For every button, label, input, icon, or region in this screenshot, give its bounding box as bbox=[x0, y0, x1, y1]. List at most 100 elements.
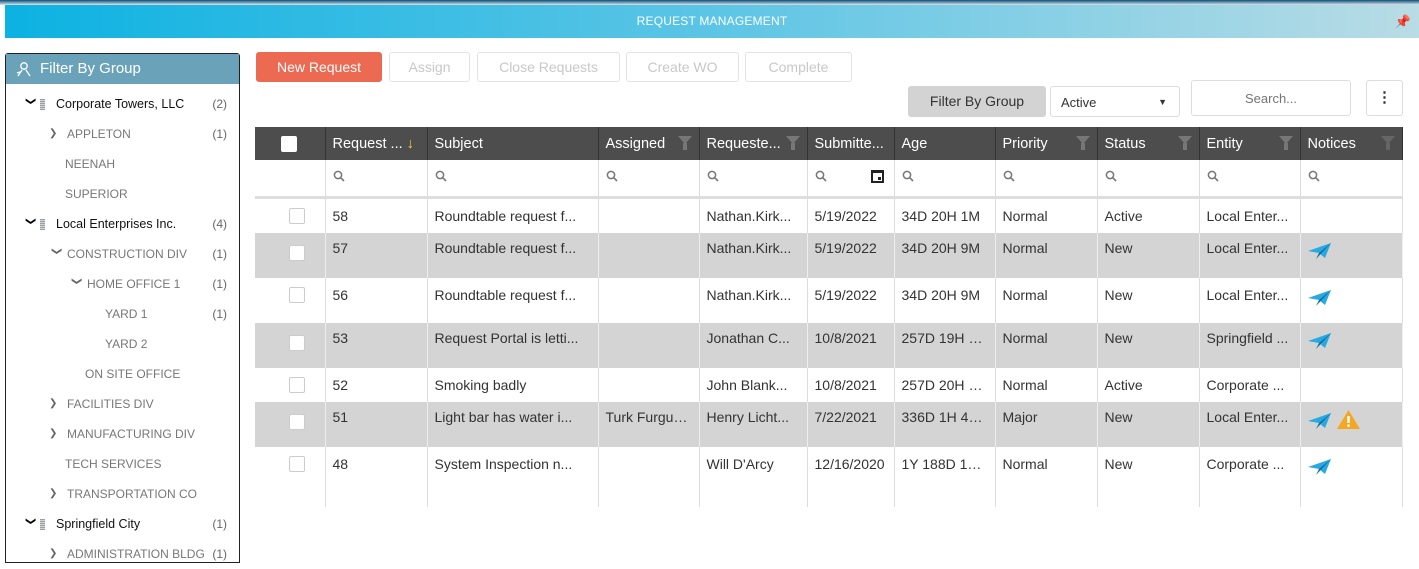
column-header-requester[interactable]: Requeste... bbox=[699, 127, 808, 160]
sidebar-title: Filter By Group bbox=[40, 60, 141, 77]
column-filter-input[interactable] bbox=[427, 160, 599, 199]
column-header-age[interactable]: Age bbox=[894, 127, 996, 160]
sent-notice-icon bbox=[1307, 412, 1331, 429]
more-options-button[interactable]: ⋮ bbox=[1366, 80, 1403, 116]
pin-icon[interactable]: 📌 bbox=[1395, 5, 1411, 38]
cell-notices bbox=[1300, 278, 1403, 323]
column-header-priority[interactable]: Priority bbox=[995, 127, 1098, 160]
sidebar-item[interactable]: ❯ TRANSPORTATION CO bbox=[49, 479, 239, 509]
column-filter-input[interactable] bbox=[807, 160, 895, 199]
column-header-request[interactable]: Request ... ↓ bbox=[325, 127, 428, 160]
chevron-right-icon[interactable]: ❯ bbox=[49, 389, 63, 419]
column-header-status[interactable]: Status bbox=[1097, 127, 1200, 160]
sidebar-item[interactable]: ❯ CONSTRUCTION DIV (1) bbox=[49, 239, 239, 269]
sidebar-item[interactable]: ❯ Springfield City (1) bbox=[23, 509, 239, 539]
row-checkbox[interactable] bbox=[289, 287, 305, 303]
sidebar-item[interactable]: YARD 1 (1) bbox=[105, 299, 239, 329]
sidebar-item[interactable]: ❯ MANUFACTURING DIV bbox=[49, 419, 239, 449]
sidebar-header: Filter By Group bbox=[6, 54, 239, 84]
cell-age: 257D 19H 5... bbox=[894, 323, 996, 368]
complete-button[interactable]: Complete bbox=[745, 52, 852, 82]
chevron-right-icon[interactable]: ❯ bbox=[49, 119, 63, 149]
column-label: Age bbox=[901, 135, 928, 152]
filter-icon[interactable] bbox=[1177, 136, 1192, 150]
filter-by-group-button[interactable]: Filter By Group bbox=[908, 86, 1046, 117]
column-header-submitted[interactable]: Submitte... bbox=[807, 127, 895, 160]
row-select-cell bbox=[255, 447, 326, 507]
table-row[interactable]: 58 Roundtable request f... Nathan.Kirk... 5… bbox=[255, 197, 1403, 233]
column-label: Requeste... bbox=[706, 135, 781, 152]
column-filter-input[interactable] bbox=[1199, 160, 1301, 199]
sidebar-item-label: TRANSPORTATION CO bbox=[67, 487, 198, 501]
table-row[interactable]: 52 Smoking badly John Blank... 10/8/2021 257… bbox=[255, 368, 1403, 402]
chevron-right-icon[interactable]: ❯ bbox=[49, 419, 63, 449]
filter-icon[interactable] bbox=[1380, 136, 1395, 150]
sidebar-item[interactable]: ❯ ADMINISTRATION BLDG (1) bbox=[49, 539, 239, 569]
sidebar-item[interactable]: ON SITE OFFICE bbox=[85, 359, 239, 389]
sidebar-item[interactable]: ❯ APPLETON (1) bbox=[49, 119, 239, 149]
chevron-down-icon[interactable]: ❯ bbox=[15, 97, 45, 111]
chevron-right-icon[interactable]: ❯ bbox=[49, 479, 63, 509]
assign-button[interactable]: Assign bbox=[389, 52, 470, 82]
close-requests-button[interactable]: Close Requests bbox=[477, 52, 620, 82]
filter-icon[interactable] bbox=[677, 136, 692, 150]
table-row[interactable]: 57 Roundtable request f... Nathan.Kirk... 5… bbox=[255, 233, 1403, 278]
row-checkbox[interactable] bbox=[289, 414, 305, 430]
search-icon bbox=[707, 170, 719, 182]
column-header-notices[interactable]: Notices bbox=[1300, 127, 1403, 160]
table-row[interactable]: 51 Light bar has water i... Turk Furgus...… bbox=[255, 402, 1403, 447]
chevron-down-icon[interactable]: ❯ bbox=[15, 217, 45, 231]
sidebar-item-label: MANUFACTURING DIV bbox=[67, 427, 196, 441]
sidebar-item[interactable]: ❯ HOME OFFICE 1 (1) bbox=[69, 269, 239, 299]
new-request-button[interactable]: New Request bbox=[256, 52, 382, 82]
status-select[interactable]: Active ▼ bbox=[1050, 86, 1180, 117]
column-header-assigned[interactable]: Assigned bbox=[598, 127, 700, 160]
sidebar-item-count: (1) bbox=[212, 127, 227, 141]
row-checkbox[interactable] bbox=[289, 377, 305, 393]
sort-desc-icon[interactable]: ↓ bbox=[407, 136, 414, 152]
chevron-down-icon[interactable]: ❯ bbox=[61, 277, 91, 291]
sidebar-item[interactable]: ❯ Local Enterprises Inc. (4) bbox=[23, 209, 239, 239]
chevron-right-icon[interactable]: ❯ bbox=[49, 539, 63, 569]
search-input[interactable] bbox=[1191, 80, 1351, 116]
column-filter-input[interactable] bbox=[699, 160, 808, 199]
column-filter-input[interactable] bbox=[995, 160, 1098, 199]
row-checkbox[interactable] bbox=[289, 245, 305, 261]
filter-icon[interactable] bbox=[1075, 136, 1090, 150]
create-wo-button[interactable]: Create WO bbox=[626, 52, 739, 82]
column-filter-input[interactable] bbox=[598, 160, 700, 199]
sidebar-item[interactable]: TECH SERVICES bbox=[65, 449, 239, 479]
column-filter-input[interactable] bbox=[325, 160, 428, 199]
cell-notices bbox=[1300, 447, 1403, 507]
table-row[interactable]: 56 Roundtable request f... Nathan.Kirk... 5… bbox=[255, 278, 1403, 323]
sidebar-item[interactable]: NEENAH bbox=[65, 149, 239, 179]
chevron-down-icon[interactable]: ❯ bbox=[41, 247, 71, 261]
chevron-down-icon[interactable]: ❯ bbox=[15, 517, 45, 531]
table-row[interactable]: 53 Request Portal is letti... Jonathan C..… bbox=[255, 323, 1403, 368]
column-filter-input[interactable] bbox=[1097, 160, 1200, 199]
row-checkbox[interactable] bbox=[289, 456, 305, 472]
sidebar-item[interactable]: YARD 2 bbox=[105, 329, 239, 359]
cell-submitted: 10/8/2021 bbox=[807, 323, 895, 368]
row-checkbox[interactable] bbox=[289, 207, 305, 224]
search-icon bbox=[606, 170, 618, 182]
cell-status: Active bbox=[1097, 368, 1200, 402]
filter-icon[interactable] bbox=[785, 136, 800, 150]
column-header-entity[interactable]: Entity bbox=[1199, 127, 1301, 160]
filter-icon[interactable] bbox=[1278, 136, 1293, 150]
cell-priority: Normal bbox=[995, 233, 1098, 278]
sidebar-item[interactable]: SUPERIOR bbox=[65, 179, 239, 209]
calendar-icon[interactable] bbox=[870, 170, 884, 184]
sidebar-item[interactable]: ❯ Corporate Towers, LLC (2) bbox=[23, 89, 239, 119]
cell-subject: System Inspection n... bbox=[427, 447, 599, 507]
filter-row bbox=[255, 160, 1403, 199]
sidebar-item[interactable]: ❯ FACILITIES DIV bbox=[49, 389, 239, 419]
table-row[interactable]: 48 System Inspection n... Will D'Arcy 12/16… bbox=[255, 447, 1403, 507]
cell-requester: Nathan.Kirk... bbox=[699, 233, 808, 278]
column-filter-input[interactable] bbox=[1300, 160, 1403, 199]
cell-entity: Springfield ... bbox=[1199, 323, 1301, 368]
column-header-subject[interactable]: Subject bbox=[427, 127, 599, 160]
select-all-checkbox[interactable] bbox=[281, 135, 297, 152]
row-checkbox[interactable] bbox=[289, 335, 305, 351]
column-filter-input[interactable] bbox=[894, 160, 996, 199]
